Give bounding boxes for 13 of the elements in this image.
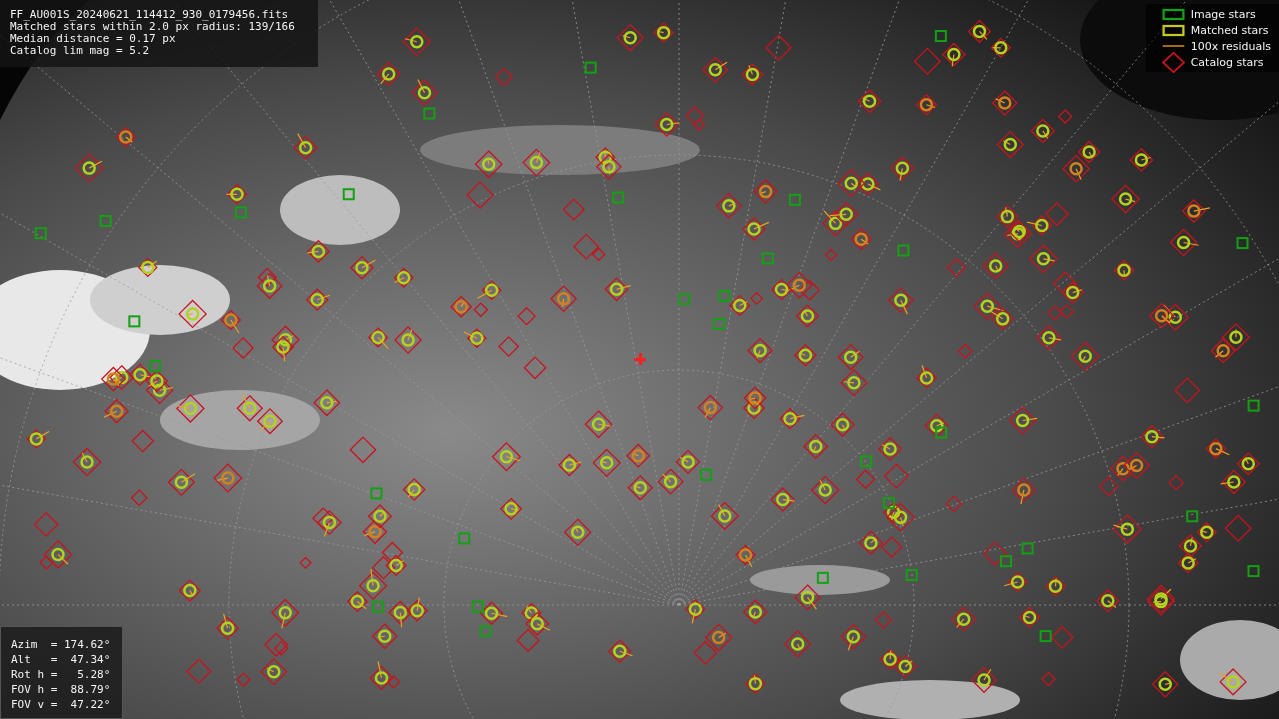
legend-label: Image stars xyxy=(1190,7,1256,21)
pointing-line: Alt = 47.34° xyxy=(11,652,112,667)
pointing-line: Rot h = 5.28° xyxy=(11,667,112,682)
pointing-line: Azim = 174.62° xyxy=(11,637,112,652)
legend-label: Matched stars xyxy=(1190,23,1269,37)
info-line: Matched stars within 2.0 px radius: 139/166 xyxy=(10,21,296,33)
info-line: FF_AU001S_20240621_114412_930_0179456.fits xyxy=(10,9,290,21)
info-line: Median distance = 0.17 px xyxy=(10,33,177,45)
legend-label: Catalog stars xyxy=(1190,55,1264,69)
pointing-line: FOV h = 88.79° xyxy=(11,682,112,697)
info-line: Catalog lim mag = 5.2 xyxy=(10,45,151,57)
pointing-line: FOV v = 47.22° xyxy=(11,697,112,712)
legend-label: 100x residuals xyxy=(1190,39,1271,53)
